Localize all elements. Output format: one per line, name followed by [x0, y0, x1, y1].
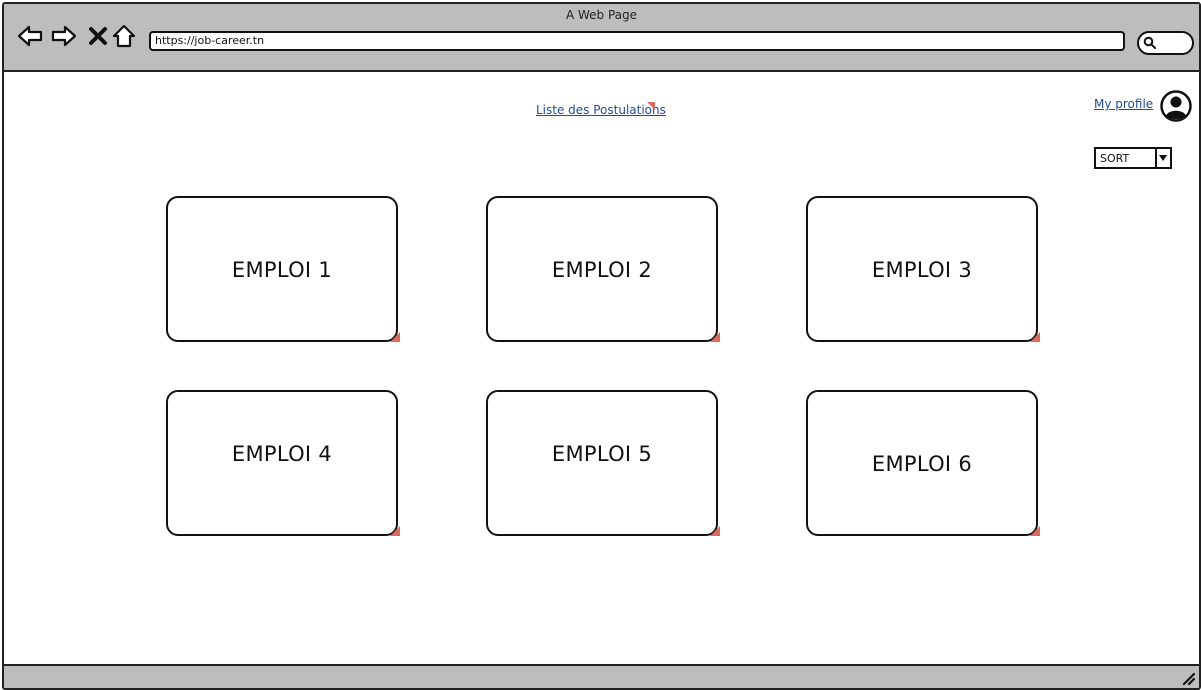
browser-window: A Web Page https://job-career.tn Liste d… — [2, 2, 1201, 690]
sort-selected-value: SORT — [1100, 152, 1130, 165]
forward-arrow-icon[interactable] — [50, 22, 78, 50]
card-marker — [1030, 332, 1040, 342]
card-marker — [710, 526, 720, 536]
close-icon[interactable] — [84, 22, 112, 50]
job-title: EMPLOI 3 — [871, 258, 973, 282]
search-icon — [1143, 36, 1156, 49]
card-marker — [1030, 526, 1040, 536]
user-avatar-icon[interactable] — [1160, 90, 1192, 122]
card-marker — [710, 332, 720, 342]
link-marker — [647, 102, 655, 110]
profile-link[interactable]: My profile — [1094, 97, 1153, 111]
job-card-6[interactable]: EMPLOI 6 — [806, 390, 1040, 536]
card-marker — [390, 526, 400, 536]
browser-statusbar — [4, 664, 1199, 688]
job-title: EMPLOI 4 — [231, 442, 333, 466]
page-content: Liste des Postulations My profile SORT E… — [4, 72, 1199, 662]
job-card-2[interactable]: EMPLOI 2 — [486, 196, 720, 342]
job-title: EMPLOI 5 — [551, 442, 653, 466]
chevron-down-icon[interactable] — [1155, 149, 1170, 167]
card-marker — [390, 332, 400, 342]
url-bar[interactable]: https://job-career.tn — [149, 31, 1125, 51]
url-text: https://job-career.tn — [155, 34, 265, 47]
job-card-3[interactable]: EMPLOI 3 — [806, 196, 1040, 342]
job-title: EMPLOI 2 — [551, 258, 653, 282]
job-card-5[interactable]: EMPLOI 5 — [486, 390, 720, 536]
browser-titlebar: A Web Page https://job-career.tn — [4, 4, 1199, 72]
window-title: A Web Page — [565, 8, 638, 22]
job-card-4[interactable]: EMPLOI 4 — [166, 390, 400, 536]
search-box[interactable] — [1137, 31, 1194, 55]
sort-dropdown[interactable]: SORT — [1094, 147, 1172, 169]
resize-grip-icon[interactable] — [1181, 671, 1195, 685]
job-title: EMPLOI 6 — [871, 452, 973, 476]
job-title: EMPLOI 1 — [231, 258, 333, 282]
home-icon[interactable] — [110, 22, 138, 50]
job-card-1[interactable]: EMPLOI 1 — [166, 196, 400, 342]
back-arrow-icon[interactable] — [16, 22, 44, 50]
